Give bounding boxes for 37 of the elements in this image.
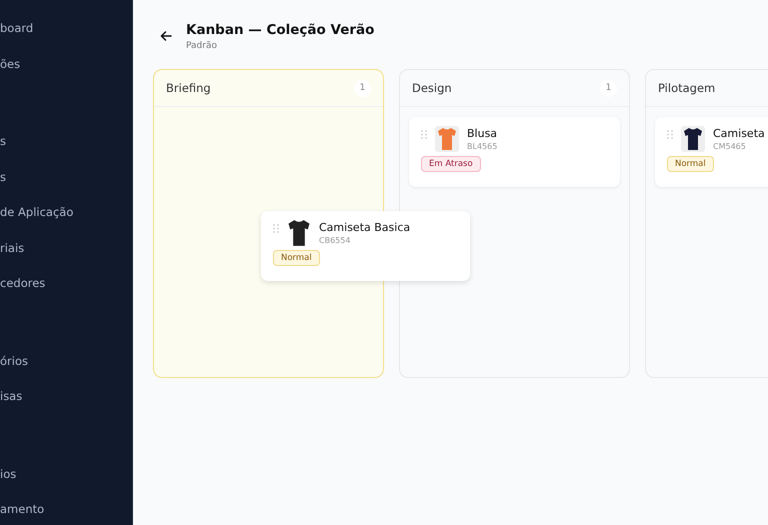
sidebar-item[interactable]: cedores [0, 274, 132, 310]
sidebar-item[interactable]: s [0, 132, 132, 168]
drag-handle-icon[interactable] [667, 130, 673, 139]
product-name: Camiseta [713, 126, 765, 141]
sidebar-item[interactable]: s [0, 168, 132, 203]
status-badge: Normal [273, 250, 320, 266]
status-badge: Normal [667, 156, 714, 172]
sidebar-item[interactable]: ios [0, 464, 132, 500]
sidebar-item[interactable]: de Aplicação [0, 203, 132, 238]
product-code: CB6554 [319, 235, 352, 246]
sidebar-item[interactable]: órios [0, 352, 132, 387]
column-title: Pilotagem [658, 81, 716, 95]
back-arrow-icon[interactable] [160, 30, 172, 42]
sidebar-item[interactable]: ões [0, 54, 132, 90]
column-title: Design [412, 81, 452, 95]
sidebar-item[interactable]: isas [0, 387, 132, 422]
shirt-thumbnail [435, 126, 459, 152]
page-title: Kanban — Coleção Verão [186, 21, 374, 40]
page-subtitle: Padrão [186, 40, 218, 52]
drag-handle-icon[interactable] [421, 130, 427, 139]
status-badge: Em Atraso [421, 156, 481, 172]
dragged-product-card[interactable]: Camiseta Basica CB6554 Normal [261, 211, 470, 281]
product-card[interactable]: Blusa BL4565 Em Atraso [409, 117, 620, 187]
product-name: Camiseta Basica [319, 220, 410, 235]
column-count: 1 [600, 80, 617, 96]
drag-handle-icon[interactable] [273, 224, 279, 233]
shirt-thumbnail [681, 126, 705, 152]
sidebar-item[interactable]: riais [0, 238, 132, 274]
shirt-thumbnail [287, 220, 311, 246]
product-code: CM5465 [713, 141, 747, 152]
sidebar-item[interactable]: amento [0, 500, 132, 525]
column-title: Briefing [166, 81, 211, 95]
column-count: 1 [354, 80, 371, 96]
product-name: Blusa [467, 126, 498, 141]
product-code: BL4565 [467, 141, 498, 152]
product-card[interactable]: Camiseta CM5465 Normal [655, 117, 768, 187]
sidebar-item[interactable]: board [0, 19, 132, 54]
